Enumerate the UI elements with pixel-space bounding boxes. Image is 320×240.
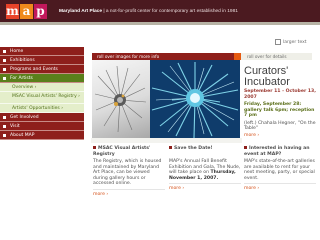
exhibition-title: Curators' Incubator (244, 65, 290, 88)
square-bullet-icon (93, 146, 96, 149)
sidebar-item-label: Programs and Events (10, 66, 58, 72)
registry-heading: MSAC Visual Artists' Registry (93, 146, 165, 157)
sidebar-item-label: Overview › (12, 84, 37, 90)
larger-text-toggle[interactable]: larger text (275, 39, 307, 45)
logo-letter-a: a (20, 4, 33, 19)
sidebar-subitem-registry[interactable]: MSAC Visual Artists' Registry › (0, 92, 84, 104)
column-divider (169, 183, 241, 185)
sidebar-nav: Home Exhibitions Programs and Events For… (0, 47, 84, 140)
registry-body: The Registry, which is housed and mainta… (93, 159, 162, 187)
save-the-date-more-link[interactable]: more › (169, 186, 184, 191)
exhibition-event: Friday, September 28: gallery talk 6pm; … (244, 102, 315, 118)
installation-artwork (150, 60, 240, 138)
sidebar-item-label: Get Involved (10, 114, 39, 120)
logo-letter-p: p (34, 4, 47, 19)
registry-more-link[interactable]: more › (93, 192, 108, 197)
sidebar-item-label: Exhibitions (10, 57, 35, 63)
feature-image-sculpture[interactable] (92, 60, 150, 138)
square-bullet-icon (3, 134, 6, 137)
sidebar-item-label: MSAC Visual Artists' Registry › (12, 94, 80, 100)
tagline-text: | a not-for-profit center for contempora… (102, 9, 238, 14)
feature-caption: roll over images for more info (97, 54, 160, 59)
sidebar-item-label: About MAP (10, 132, 35, 138)
sidebar-item-label: Visit (10, 123, 20, 129)
image-credit: (left.) Chahala Hegner, "On the Table" (244, 120, 316, 132)
event-rental-column: Interested in having an event at MAP? MA… (244, 146, 316, 191)
square-bullet-icon (169, 146, 172, 149)
sidebar-item-exhibitions[interactable]: Exhibitions (0, 56, 84, 65)
sidebar-subitem-opportunities[interactable]: Artists' Opportunities › (0, 104, 84, 113)
site-tagline: Maryland Art Place | a not-for-profit ce… (59, 8, 238, 14)
square-bullet-icon (3, 68, 6, 71)
save-the-date-body: MAP's Annual Fall Benefit Exhibition and… (169, 159, 241, 181)
square-bullet-icon (3, 125, 6, 128)
registry-column: MSAC Visual Artists' Registry The Regist… (93, 146, 165, 197)
logo-letter-m: m (6, 4, 19, 19)
sidebar-item-visit[interactable]: Visit (0, 122, 84, 131)
event-rental-more-link[interactable]: more › (244, 186, 259, 191)
sidebar-item-home[interactable]: Home (0, 47, 84, 56)
header-divider (0, 22, 320, 25)
exhibition-dates: September 11 - October 13, 2007 (244, 89, 316, 100)
event-rental-heading: Interested in having an event at MAP? (244, 146, 316, 157)
square-bullet-icon (3, 77, 6, 80)
feature-image-installation[interactable] (150, 60, 240, 138)
sidebar-item-get-involved[interactable]: Get Involved (0, 113, 84, 122)
sidebar-item-label: For Artists (10, 75, 33, 81)
square-bullet-icon (3, 50, 6, 53)
sculpture-artwork (94, 65, 147, 133)
map-logo[interactable]: m a p (6, 4, 48, 19)
registry-heading-text: MSAC Visual Artists' Registry (93, 146, 151, 157)
event-rental-body: MAP's state-of-the-art galleries are ava… (244, 159, 315, 181)
save-the-date-column: Save the Date! MAP's Annual Fall Benefit… (169, 146, 241, 191)
rollover-caption: roll over for details (247, 54, 287, 59)
square-bullet-icon (3, 59, 6, 62)
square-bullet-icon (244, 146, 247, 149)
sidebar-subitem-overview[interactable]: Overview › (0, 83, 84, 92)
exhibition-more-link[interactable]: more › (244, 133, 259, 138)
save-the-date-heading-text: Save the Date! (174, 146, 213, 151)
site-header: m a p Maryland Art Place | a not-for-pro… (0, 0, 320, 22)
larger-text-label: larger text (283, 39, 307, 45)
column-divider (244, 183, 316, 185)
rollover-details-bar[interactable]: roll over for details (241, 53, 312, 60)
column-divider (93, 188, 165, 190)
feature-bottom-strip (91, 138, 242, 143)
sidebar-item-for-artists[interactable]: For Artists (0, 74, 84, 83)
sidebar-item-about[interactable]: About MAP (0, 131, 84, 140)
event-rental-heading-text: Interested in having an event at MAP? (244, 146, 310, 157)
save-the-date-heading: Save the Date! (169, 146, 241, 157)
sidebar-item-label: Home (10, 48, 24, 54)
featured-exhibition: Curators' Incubator September 11 - Octob… (244, 66, 316, 138)
sidebar-item-label: Artists' Opportunities › (12, 105, 63, 111)
checkbox-icon (275, 39, 281, 45)
square-bullet-icon (3, 116, 6, 119)
feature-caption-bar: roll over images for more info (92, 53, 247, 60)
sidebar-item-programs[interactable]: Programs and Events (0, 65, 84, 74)
site-name: Maryland Art Place (59, 9, 103, 14)
